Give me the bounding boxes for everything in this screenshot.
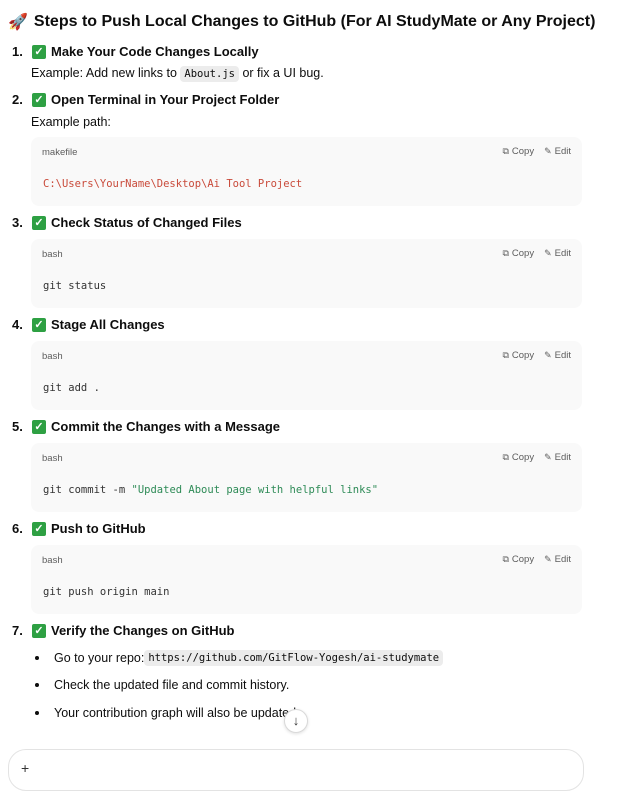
list-item: Go to your repo: https://github.com/GitF… — [35, 650, 444, 666]
plus-icon[interactable]: + — [21, 760, 29, 776]
code-block: makefile ⧉ Copy ✎ Edit C:\Users\YourName\D… — [31, 137, 582, 206]
check-icon: ✓ — [32, 215, 46, 230]
code-text: git status — [43, 280, 107, 292]
copy-button[interactable]: ⧉ Copy — [502, 146, 534, 157]
code-block: bash ⧉ Copy ✎ Edit git add . — [31, 341, 582, 410]
copy-icon: ⧉ — [502, 350, 509, 360]
edit-button[interactable]: ✎ Edit — [544, 554, 571, 565]
list-item: Your contribution graph will also be upd… — [35, 706, 296, 720]
step-number: 3. — [12, 215, 23, 230]
check-icon: ✓ — [32, 92, 46, 107]
code-block: bash ⧉ Copy ✎ Edit git commit -m "Updated … — [31, 443, 582, 512]
copy-button[interactable]: ⧉ Copy — [502, 452, 534, 463]
bullet-dot — [35, 711, 39, 715]
step-2-heading: 2. ✓ Open Terminal in Your Project Folde… — [12, 92, 279, 107]
step-label: Make Your Code Changes Locally — [51, 44, 259, 59]
step-2-description: Example path: — [31, 115, 111, 129]
code-actions: ⧉ Copy ✎ Edit — [502, 350, 571, 361]
check-icon: ✓ — [32, 317, 46, 332]
step-5-heading: 5. ✓ Commit the Changes with a Message — [12, 419, 280, 434]
step-number: 6. — [12, 521, 23, 536]
check-icon: ✓ — [32, 521, 46, 536]
code-language: bash — [42, 351, 63, 362]
scroll-down-button[interactable]: ↓ — [284, 709, 308, 733]
code-actions: ⧉ Copy ✎ Edit — [502, 248, 571, 259]
copy-button[interactable]: ⧉ Copy — [502, 248, 534, 259]
copy-icon: ⧉ — [502, 146, 509, 156]
bullet-dot — [35, 683, 39, 687]
page-title: 🚀 Steps to Push Local Changes to GitHub … — [8, 12, 595, 32]
arrow-down-icon: ↓ — [292, 713, 300, 728]
copy-icon: ⧉ — [502, 452, 509, 462]
copy-icon: ⧉ — [502, 554, 509, 564]
code-language: makefile — [42, 147, 78, 158]
edit-button[interactable]: ✎ Edit — [544, 248, 571, 259]
page-title-text: Steps to Push Local Changes to GitHub (F… — [33, 13, 596, 30]
list-item: Check the updated file and commit histor… — [35, 678, 289, 692]
code-actions: ⧉ Copy ✎ Edit — [502, 146, 571, 157]
code-text: git commit -m "Updated About page with h… — [43, 484, 379, 496]
message-composer[interactable]: + — [8, 749, 584, 791]
step-1-heading: 1. ✓ Make Your Code Changes Locally — [12, 44, 259, 59]
step-label: Check Status of Changed Files — [51, 215, 242, 230]
step-label: Commit the Changes with a Message — [51, 419, 280, 434]
step-7-heading: 7. ✓ Verify the Changes on GitHub — [12, 623, 234, 638]
edit-icon: ✎ — [544, 452, 552, 462]
edit-icon: ✎ — [544, 350, 552, 360]
code-language: bash — [42, 555, 63, 566]
edit-button[interactable]: ✎ Edit — [544, 146, 571, 157]
edit-button[interactable]: ✎ Edit — [544, 452, 571, 463]
code-block: bash ⧉ Copy ✎ Edit git push origin main — [31, 545, 582, 614]
code-language: bash — [42, 249, 63, 260]
step-1-description: Example: Add new links to About.js or fi… — [31, 66, 324, 82]
code-string: "Updated About page with helpful links" — [131, 484, 379, 496]
step-number: 2. — [12, 92, 23, 107]
step-label: Open Terminal in Your Project Folder — [51, 92, 280, 107]
step-label: Verify the Changes on GitHub — [51, 623, 235, 638]
edit-icon: ✎ — [544, 554, 552, 564]
repo-url-code: https://github.com/GitFlow-Yogesh/ai-stu… — [144, 650, 444, 666]
inline-code: About.js — [180, 66, 239, 82]
edit-icon: ✎ — [544, 248, 552, 258]
check-icon: ✓ — [32, 419, 46, 434]
step-number: 7. — [12, 623, 23, 638]
rocket-icon: 🚀 — [8, 14, 28, 31]
edit-button[interactable]: ✎ Edit — [544, 350, 571, 361]
step-number: 5. — [12, 419, 23, 434]
code-actions: ⧉ Copy ✎ Edit — [502, 554, 571, 565]
bullet-dot — [35, 656, 39, 660]
code-text: C:\Users\YourName\Desktop\Ai Tool Projec… — [43, 178, 303, 190]
code-text: git add . — [43, 382, 100, 394]
copy-button[interactable]: ⧉ Copy — [502, 350, 534, 361]
step-label: Stage All Changes — [51, 317, 165, 332]
step-3-heading: 3. ✓ Check Status of Changed Files — [12, 215, 242, 230]
copy-button[interactable]: ⧉ Copy — [502, 554, 534, 565]
copy-icon: ⧉ — [502, 248, 509, 258]
check-icon: ✓ — [32, 44, 46, 59]
step-label: Push to GitHub — [51, 521, 146, 536]
code-block: bash ⧉ Copy ✎ Edit git status — [31, 239, 582, 308]
step-4-heading: 4. ✓ Stage All Changes — [12, 317, 165, 332]
edit-icon: ✎ — [544, 146, 552, 156]
code-text: git push origin main — [43, 586, 170, 598]
check-icon: ✓ — [32, 623, 46, 638]
step-number: 4. — [12, 317, 23, 332]
step-number: 1. — [12, 44, 23, 59]
code-actions: ⧉ Copy ✎ Edit — [502, 452, 571, 463]
step-6-heading: 6. ✓ Push to GitHub — [12, 521, 146, 536]
code-language: bash — [42, 453, 63, 464]
